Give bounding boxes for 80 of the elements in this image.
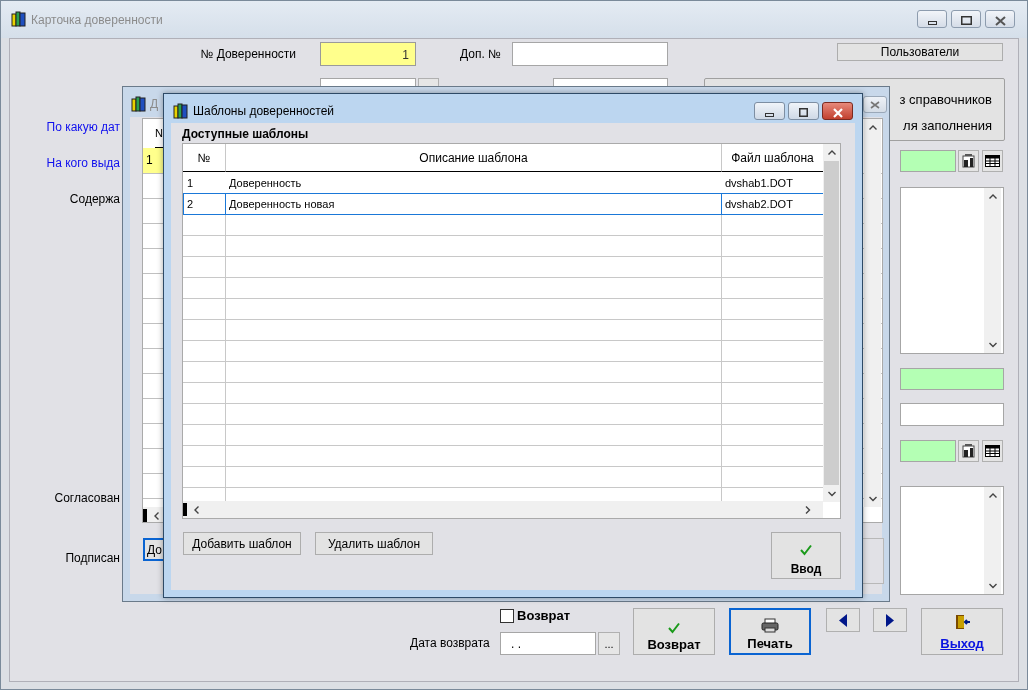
delete-template-button[interactable]: Удалить шаблон [315, 532, 433, 555]
table-button[interactable] [982, 440, 1003, 462]
ellipsis-button[interactable]: ... [598, 632, 620, 655]
field-label: Подписан [65, 551, 120, 565]
scrollbar[interactable] [183, 501, 823, 518]
books-icon [11, 10, 26, 27]
field-label: По какую дат [46, 120, 120, 134]
window-title: Шаблоны доверенностей [193, 104, 334, 118]
window-title: Д [150, 97, 159, 111]
add-template-button[interactable]: Добавить шаблон [183, 532, 301, 555]
exit-button[interactable]: Выход [921, 608, 1003, 655]
chevron-down-icon[interactable] [988, 341, 998, 348]
window-title: Карточка доверенности [31, 13, 163, 27]
field-label: Согласован [54, 491, 120, 505]
lookup-button[interactable] [958, 440, 979, 462]
input-field[interactable] [512, 42, 668, 66]
input-field[interactable] [900, 150, 956, 172]
check-icon [799, 544, 813, 556]
chevron-up-icon[interactable] [988, 492, 998, 499]
chevron-left-icon[interactable] [193, 505, 200, 515]
table-cell: dvshab2.DOT [721, 193, 824, 215]
input-field[interactable] [900, 368, 1004, 390]
close-button[interactable] [822, 102, 853, 120]
table-cell: 2 [183, 193, 226, 215]
checkbox-label: Возврат [517, 608, 571, 623]
scrollbar[interactable] [823, 144, 840, 502]
books-icon [131, 95, 146, 112]
field-label: Содержа [69, 192, 120, 206]
maximize-icon [799, 108, 808, 117]
section-title: Доступные шаблоны [182, 127, 309, 141]
checkbox[interactable] [500, 609, 514, 623]
close-icon [832, 107, 843, 118]
chevron-up-icon[interactable] [868, 124, 878, 131]
input-field[interactable] [900, 403, 1004, 426]
table-cell: Доверенность новая [225, 193, 722, 215]
scrollbar[interactable] [984, 188, 1001, 353]
close-button[interactable] [985, 10, 1015, 28]
books-icon [173, 102, 188, 119]
check-icon [667, 622, 681, 634]
chevron-up-icon[interactable] [988, 193, 998, 200]
number-field[interactable]: 1 [320, 42, 416, 66]
field-label: № Доверенности [199, 47, 296, 61]
lookup-button[interactable] [958, 150, 979, 172]
maximize-button[interactable] [788, 102, 819, 120]
date-field[interactable]: . . [500, 632, 596, 655]
field-label: На кого выда [46, 156, 120, 170]
scrollbar[interactable] [984, 487, 1001, 594]
maximize-button[interactable] [951, 10, 981, 28]
chevron-left-icon[interactable] [153, 511, 160, 521]
minimize-icon [765, 112, 774, 117]
close-icon [870, 100, 880, 109]
door-icon [954, 614, 970, 630]
field-label: Доп. № [460, 47, 501, 61]
enter-button[interactable]: Ввод [771, 532, 841, 579]
triangle-right-icon [886, 613, 894, 627]
cabinet-icon [962, 154, 975, 168]
cabinet-icon [962, 444, 975, 458]
table-button[interactable] [982, 150, 1003, 172]
table-icon [985, 445, 1000, 457]
minimize-button[interactable] [917, 10, 947, 28]
previous-button[interactable] [826, 608, 860, 632]
close-icon [994, 15, 1006, 26]
chevron-up-icon[interactable] [827, 149, 837, 156]
return-button[interactable]: Возврат [633, 608, 715, 655]
chevron-down-icon[interactable] [827, 490, 837, 497]
scrollbar[interactable] [864, 119, 881, 507]
input-field[interactable] [900, 440, 956, 462]
triangle-left-icon [839, 613, 847, 627]
field-label: Дата возврата [410, 636, 490, 650]
printer-icon [761, 618, 779, 633]
chevron-down-icon[interactable] [868, 495, 878, 502]
minimize-icon [927, 20, 937, 25]
chevron-right-icon[interactable] [804, 505, 811, 515]
next-button[interactable] [873, 608, 907, 632]
print-button[interactable]: Печать [729, 608, 811, 655]
maximize-icon [960, 16, 972, 25]
minimize-button[interactable] [754, 102, 785, 120]
chevron-down-icon[interactable] [988, 582, 998, 589]
users-button[interactable]: Пользователи [837, 43, 1003, 61]
table-icon [985, 155, 1000, 167]
